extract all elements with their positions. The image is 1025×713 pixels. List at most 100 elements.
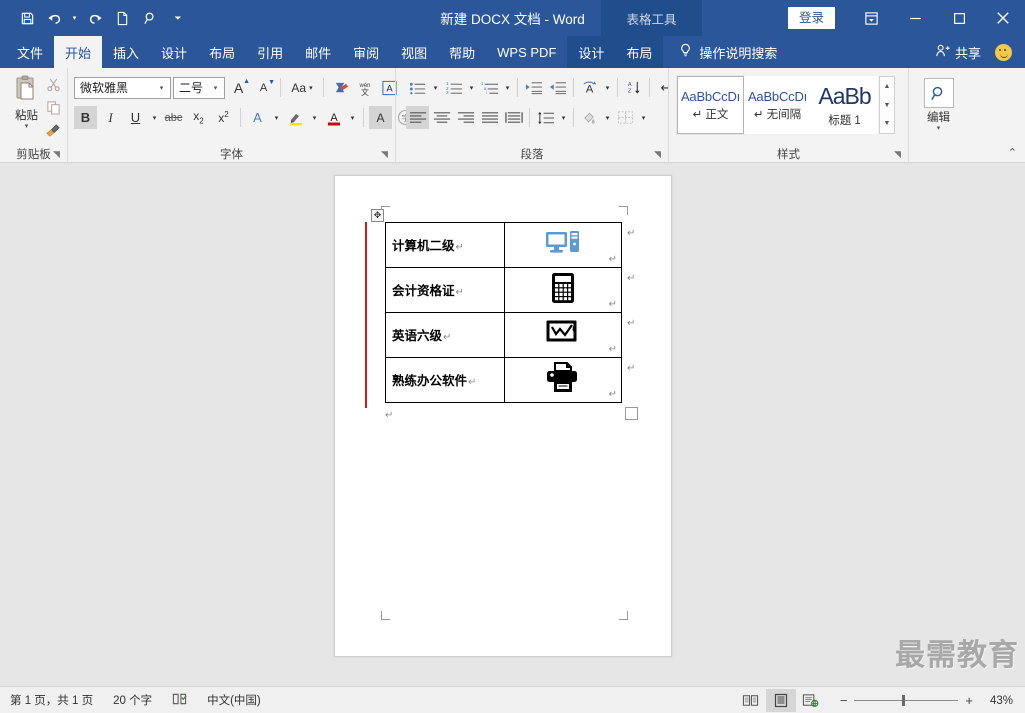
table-row[interactable]: 熟练办公软件↵ ↵ (384, 357, 622, 403)
font-name-combo[interactable]: 微软雅黑 ▾ (74, 76, 171, 99)
clear-formatting-icon[interactable] (329, 76, 352, 99)
maximize-button[interactable] (937, 0, 981, 36)
customize-qat-icon[interactable]: ⏷ (165, 5, 191, 31)
zoom-track[interactable] (854, 695, 959, 706)
bullets-dropdown-icon[interactable]: ▾ (430, 76, 441, 99)
tab-view[interactable]: 视图 (390, 36, 438, 68)
styles-scroll-down-icon[interactable]: ▼ (880, 96, 894, 115)
table-cell-icon[interactable]: ↵ (504, 222, 622, 268)
new-document-icon[interactable] (109, 5, 135, 31)
zoom-in-button[interactable]: + (965, 694, 973, 707)
font-name-dropdown-icon[interactable]: ▾ (155, 84, 168, 92)
paste-dropdown-icon[interactable]: ▾ (25, 123, 29, 130)
document-page[interactable]: ✥ 计算机二级↵ ↵ 会计资格证↵ ↵ 英语六级↵ ↵ 熟练办公软件↵ ↵ ↵ … (334, 175, 672, 657)
table-cell-icon[interactable]: ↵ (504, 357, 622, 403)
cut-icon[interactable] (46, 77, 61, 97)
style-no-spacing[interactable]: AaBbCcDı ↵ 无间隔 (744, 76, 811, 134)
font-size-dropdown-icon[interactable]: ▾ (209, 84, 222, 92)
styles-dialog-launcher[interactable]: ◥ (892, 149, 903, 160)
table-row[interactable]: 会计资格证↵ ↵ (384, 267, 622, 313)
tab-references[interactable]: 引用 (246, 36, 294, 68)
superscript-button[interactable]: x2 (212, 106, 235, 129)
phonetic-guide-icon[interactable]: wén 文 (354, 76, 376, 99)
font-color-dropdown-icon[interactable]: ▾ (347, 106, 358, 129)
line-spacing-dropdown-icon[interactable]: ▾ (558, 106, 569, 129)
table-cell-text[interactable]: 英语六级↵ (384, 312, 506, 358)
borders-icon[interactable] (614, 106, 637, 129)
read-mode-view-button[interactable] (736, 689, 766, 712)
word-count[interactable]: 20 个字 (103, 687, 162, 713)
clipboard-dialog-launcher[interactable]: ◥ (51, 149, 62, 160)
underline-dropdown-icon[interactable]: ▾ (149, 106, 160, 129)
underline-button[interactable]: U (124, 106, 147, 129)
shading-dropdown-icon[interactable]: ▾ (602, 106, 613, 129)
feedback-smiley-icon[interactable] (995, 43, 1012, 61)
copy-icon[interactable] (46, 100, 61, 120)
line-spacing-button[interactable] (534, 106, 557, 129)
styles-scroll-up-icon[interactable]: ▲ (880, 77, 894, 96)
tab-layout[interactable]: 布局 (198, 36, 246, 68)
borders-dropdown-icon[interactable]: ▾ (638, 106, 649, 129)
numbering-dropdown-icon[interactable]: ▾ (466, 76, 477, 99)
tab-design[interactable]: 设计 (150, 36, 198, 68)
print-layout-view-button[interactable] (765, 689, 796, 712)
bullets-button[interactable] (406, 76, 429, 99)
shrink-font-button[interactable]: A ▼ (252, 76, 275, 99)
tab-mailings[interactable]: 邮件 (294, 36, 342, 68)
tab-review[interactable]: 审阅 (342, 36, 390, 68)
tab-table-design[interactable]: 设计 (567, 36, 616, 68)
tab-home[interactable]: 开始 (54, 36, 103, 68)
align-center-button[interactable] (430, 106, 453, 129)
web-layout-view-button[interactable] (796, 689, 826, 712)
zoom-out-button[interactable]: − (840, 694, 848, 707)
document-canvas[interactable]: ✥ 计算机二级↵ ↵ 会计资格证↵ ↵ 英语六级↵ ↵ 熟练办公软件↵ ↵ ↵ … (0, 163, 1025, 686)
table-cell-text[interactable]: 计算机二级↵ (384, 222, 506, 268)
align-right-button[interactable] (454, 106, 477, 129)
selection-handle-box[interactable] (625, 407, 638, 420)
table-cell-text[interactable]: 会计资格证↵ (384, 267, 506, 313)
justify-button[interactable] (478, 106, 501, 129)
numbering-button[interactable]: 123 (442, 76, 465, 99)
editing-dropdown-icon[interactable]: ▾ (937, 125, 941, 132)
font-size-combo[interactable]: 二号 ▾ (173, 76, 225, 99)
grow-font-button[interactable]: A ▲ (227, 76, 250, 99)
bold-button[interactable]: B (74, 106, 97, 129)
search-icon[interactable] (137, 5, 163, 31)
share-button[interactable]: 共享 (935, 43, 981, 62)
tab-insert[interactable]: 插入 (102, 36, 150, 68)
text-highlight-icon[interactable] (284, 106, 307, 129)
shading-icon[interactable] (578, 106, 601, 129)
font-color-icon[interactable]: A (322, 106, 345, 129)
paste-button[interactable]: 粘贴 ▾ (8, 73, 45, 130)
zoom-slider[interactable]: − + (840, 694, 973, 707)
text-effects-dropdown-icon[interactable]: ▾ (271, 106, 282, 129)
multilevel-dropdown-icon[interactable]: ▾ (502, 76, 513, 99)
tell-me-search[interactable]: 操作说明搜索 (663, 36, 777, 68)
styles-more-icon[interactable]: ▼ (880, 114, 894, 133)
undo-icon[interactable] (42, 5, 68, 31)
save-icon[interactable] (14, 5, 40, 31)
tab-file[interactable]: 文件 (6, 36, 54, 68)
subscript-button[interactable]: x2 (187, 106, 210, 129)
language-indicator[interactable]: 中文(中国) (197, 687, 271, 713)
sort-button[interactable]: AZ (622, 76, 645, 99)
zoom-thumb[interactable] (902, 695, 906, 706)
font-dialog-launcher[interactable]: ◥ (379, 149, 390, 160)
style-heading-1[interactable]: AaBb 标题 1 (811, 76, 878, 134)
style-normal[interactable]: AaBbCcDı ↵ 正文 (676, 75, 745, 135)
increase-indent-button[interactable] (546, 76, 569, 99)
text-effects-icon[interactable]: A (246, 106, 269, 129)
highlight-dropdown-icon[interactable]: ▾ (309, 106, 320, 129)
decrease-indent-button[interactable] (522, 76, 545, 99)
italic-button[interactable]: I (99, 106, 122, 129)
table-move-handle[interactable]: ✥ (371, 209, 384, 222)
undo-dropdown-icon[interactable]: ▾ (70, 5, 79, 31)
table-row[interactable]: 计算机二级↵ ↵ (384, 222, 622, 268)
minimize-button[interactable] (893, 0, 937, 36)
table-cell-icon[interactable]: ↵ (504, 312, 622, 358)
ribbon-display-options-icon[interactable] (849, 0, 893, 36)
character-shading-button[interactable]: A (369, 106, 392, 129)
collapse-ribbon-icon[interactable]: ⌃ (1008, 146, 1017, 159)
proofing-status[interactable] (162, 687, 197, 713)
paragraph-dialog-launcher[interactable]: ◥ (652, 149, 663, 160)
